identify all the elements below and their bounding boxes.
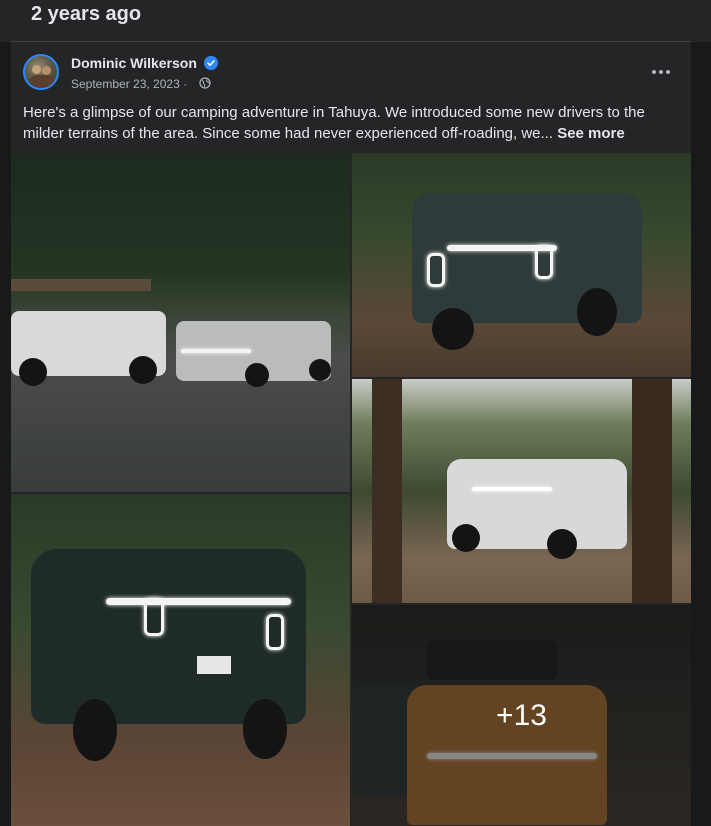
tree-trunk	[372, 379, 402, 603]
wheel	[243, 699, 287, 759]
memory-title: 2 years ago	[31, 3, 142, 25]
post-text: Here's a glimpse of our camping adventur…	[23, 102, 663, 144]
headlight	[266, 614, 284, 650]
author-name[interactable]: Dominic Wilkerson	[71, 55, 197, 71]
wheel	[547, 529, 577, 559]
more-options-icon	[666, 70, 670, 74]
wheel	[19, 358, 47, 386]
post-photo-4[interactable]	[11, 494, 350, 826]
more-options-icon	[652, 70, 656, 74]
headlight	[535, 245, 553, 279]
headlight	[427, 253, 445, 287]
avatar-face	[32, 65, 41, 74]
light-bar	[472, 487, 552, 491]
more-photos-count: +13	[496, 698, 547, 732]
post-photo-5[interactable]: +13	[352, 605, 691, 826]
more-options-button[interactable]	[649, 60, 673, 84]
see-more-link[interactable]: See more	[557, 125, 625, 142]
license-plate	[197, 656, 231, 674]
wheel	[452, 524, 480, 552]
shelter-roof	[11, 279, 151, 291]
wheel	[245, 363, 269, 387]
wheel	[129, 356, 157, 384]
avatar-body	[29, 75, 55, 88]
tree-trunk	[632, 379, 672, 603]
green-truck	[31, 549, 306, 724]
headlight	[144, 598, 164, 636]
more-photos-overlay[interactable]: +13	[352, 605, 691, 826]
light-bar	[106, 598, 291, 605]
wheel	[73, 699, 117, 761]
post-photo-2[interactable]	[352, 153, 691, 377]
more-options-icon	[659, 70, 663, 74]
avatar-face	[42, 66, 51, 75]
post-photo-1[interactable]	[11, 153, 350, 492]
globe-icon	[199, 77, 211, 89]
wheel	[309, 359, 331, 381]
post-card: Dominic Wilkerson September 23, 2023 · H…	[11, 42, 691, 826]
wheel	[577, 288, 617, 336]
post-date[interactable]: September 23, 2023 ·	[71, 77, 187, 91]
light-bar	[181, 349, 251, 353]
wheel	[432, 308, 474, 350]
post-photo-3[interactable]	[352, 379, 691, 603]
verified-badge-icon	[204, 56, 218, 70]
avatar[interactable]	[23, 54, 59, 90]
memory-header: 2 years ago	[0, 0, 711, 42]
post-body: Here's a glimpse of our camping adventur…	[23, 104, 645, 142]
